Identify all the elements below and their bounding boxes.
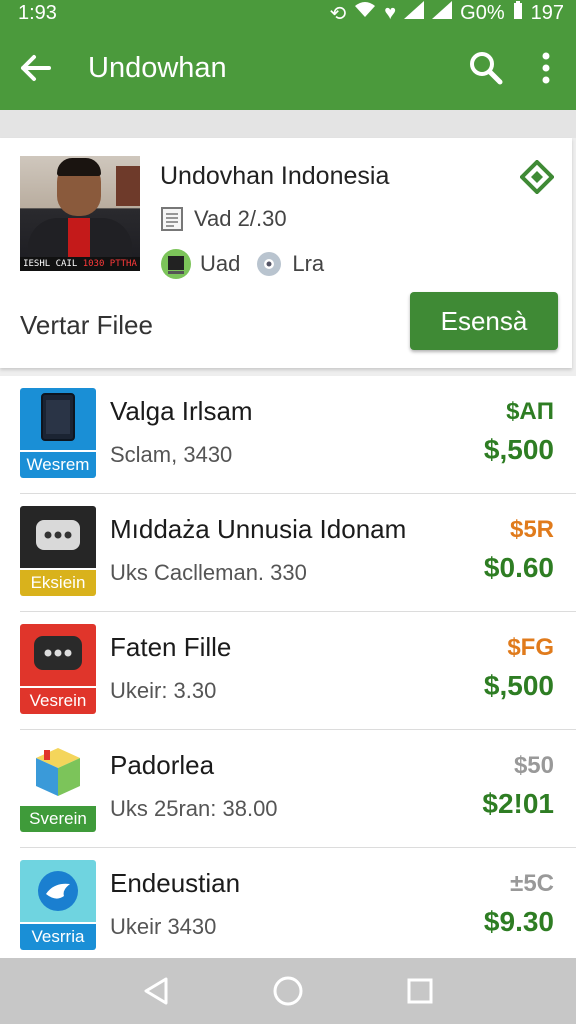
- system-nav-bar: [0, 958, 576, 1024]
- app-list: Wesrem Valga Irlsam Sclam, 3430 $AП $,50…: [0, 376, 576, 958]
- list-item[interactable]: Wesrem Valga Irlsam Sclam, 3430 $AП $,50…: [0, 376, 576, 494]
- message-icon: [34, 636, 82, 670]
- item-title: Endeustian: [110, 868, 241, 898]
- app-tag: Vesrein: [20, 688, 96, 714]
- photo-caption: IESHL CAIL 1030 PTTHA: [20, 257, 140, 271]
- document-icon: [161, 207, 183, 231]
- search-button[interactable]: [456, 26, 516, 110]
- item-subtitle: Ukeir: 3.30: [110, 678, 217, 703]
- app-tag: Vesrria: [20, 924, 96, 950]
- status-icons: ⟲ ♥ G0% 197: [330, 1, 564, 26]
- app-tag: Wesrem: [20, 452, 96, 478]
- app-icon: Vesrein: [20, 624, 96, 714]
- item-subtitle: Uks 25ran: 38.00: [110, 796, 278, 821]
- signal2-icon: [432, 1, 453, 25]
- app-icon: Sverein: [20, 742, 96, 832]
- arrow-left-icon: [21, 55, 51, 81]
- back-button[interactable]: [0, 26, 70, 110]
- item-price-top: $FG: [507, 634, 554, 661]
- nav-back-icon: [144, 977, 168, 1005]
- profile-meta-a: Uad: [200, 251, 241, 276]
- app-tag: Eksiein: [20, 570, 96, 596]
- wifi-icon: [354, 1, 376, 25]
- profile-photo[interactable]: IESHL CAIL 1030 PTTHA: [20, 156, 140, 271]
- item-price-top: $50: [513, 752, 554, 779]
- profile-meta-row-2: Uad Lra: [160, 248, 324, 280]
- status-time: 1:93: [18, 1, 57, 24]
- status-extra: 197: [530, 1, 564, 24]
- nav-home-icon: [273, 976, 303, 1006]
- list-item[interactable]: Sverein Padorlea Uks 25ran: 38.00 $50 $2…: [0, 730, 576, 848]
- item-subtitle: Uks Caclleman. 330: [110, 560, 307, 585]
- app-tag: Sverein: [20, 806, 96, 832]
- item-subtitle: Sclam, 3430: [110, 442, 233, 467]
- item-title: Mıddaża Unnusia Idonam: [110, 514, 407, 544]
- bird-icon: [38, 871, 78, 911]
- item-price-top: $5R: [509, 516, 554, 543]
- nav-recents-button[interactable]: [390, 961, 450, 1021]
- app-icon: Vesrria: [20, 860, 96, 950]
- chat-bubble-icon: [36, 520, 80, 550]
- item-subtitle: Ukeir 3430: [110, 914, 217, 939]
- search-icon: [470, 52, 503, 85]
- item-price: $9.30: [483, 906, 554, 937]
- nav-home-button[interactable]: [258, 961, 318, 1021]
- item-price: $,500: [483, 434, 554, 465]
- battery-percent: G0%: [460, 1, 505, 24]
- cube-icon: [36, 748, 80, 796]
- terminal-icon: [161, 249, 191, 279]
- profile-card: IESHL CAIL 1030 PTTHA Undovhan Indonesia…: [0, 138, 572, 368]
- more-options-button[interactable]: [516, 26, 576, 110]
- page-title: Undowhan: [88, 51, 227, 84]
- item-price: $,500: [483, 670, 554, 701]
- item-price: $2!01: [482, 788, 554, 819]
- heart-icon: ♥: [384, 1, 397, 24]
- diamond-icon[interactable]: [520, 160, 554, 194]
- separator-strip: [0, 110, 576, 138]
- app-icon: Wesrem: [20, 388, 96, 478]
- signal-icon: [404, 1, 425, 25]
- item-title: Valga Irlsam: [110, 396, 253, 426]
- list-item[interactable]: Vesrria Endeustian Ukeir 3430 ±5C $9.30: [0, 848, 576, 966]
- list-item[interactable]: Eksiein Mıddaża Unnusia Idonam Uks Cacll…: [0, 494, 576, 612]
- item-price-top: $AП: [506, 398, 554, 425]
- list-item[interactable]: Vesrein Faten Fille Ukeir: 3.30 $FG $,50…: [0, 612, 576, 730]
- nav-recents-icon: [407, 978, 433, 1004]
- profile-meta-b: Lra: [292, 251, 325, 276]
- profile-meta-row: Vad 2/.30: [160, 206, 287, 232]
- app-bar: Undowhan: [0, 26, 576, 110]
- item-price: $0.60: [483, 552, 554, 583]
- status-bar: 1:93 ⟲ ♥ G0% 197: [0, 0, 576, 26]
- profile-name: Undovhan Indonesia: [160, 162, 390, 190]
- profile-meta-text: Vad 2/.30: [194, 206, 287, 231]
- card-footer-label: Vertar Filee: [20, 310, 153, 340]
- item-title: Padorlea: [110, 750, 215, 780]
- settings-icon: [257, 252, 282, 276]
- tablet-icon: [41, 393, 75, 441]
- item-title: Faten Fille: [110, 632, 232, 662]
- item-price-top: ±5C: [510, 870, 554, 897]
- primary-action-button[interactable]: Esensà: [410, 292, 558, 350]
- more-vert-icon: [542, 52, 550, 84]
- app-icon: Eksiein: [20, 506, 96, 596]
- nav-back-button[interactable]: [126, 961, 186, 1021]
- battery-icon: [513, 1, 523, 25]
- sync-icon: ⟲: [329, 2, 347, 25]
